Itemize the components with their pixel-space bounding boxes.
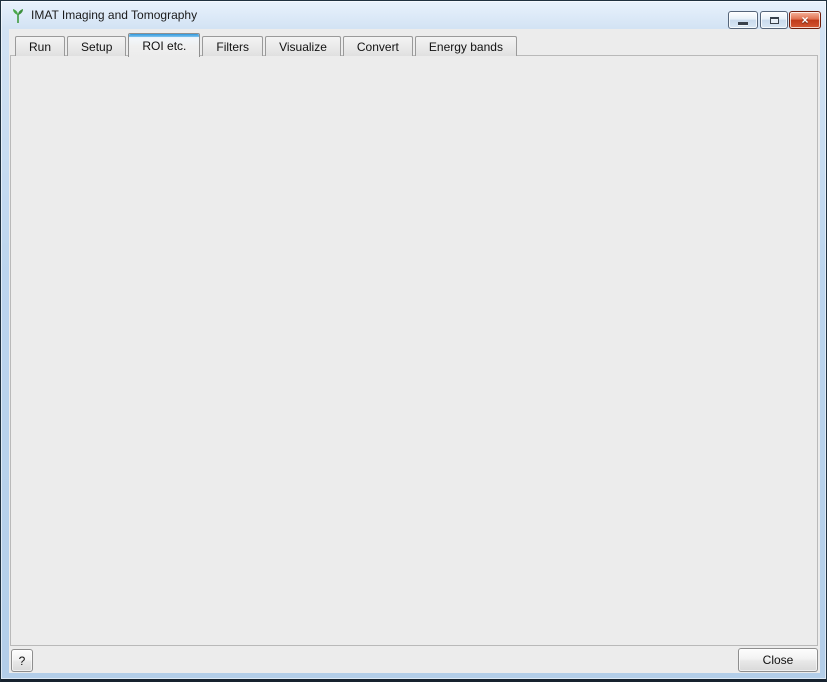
- close-button[interactable]: Close: [738, 648, 818, 672]
- minimize-icon: [738, 22, 748, 25]
- title-bar[interactable]: IMAT Imaging and Tomography ×: [1, 1, 826, 29]
- tab-energy-bands[interactable]: Energy bands: [415, 36, 517, 56]
- tab-run[interactable]: Run: [15, 36, 65, 56]
- maximize-icon: [770, 17, 779, 24]
- maximize-button[interactable]: [760, 11, 788, 29]
- tab-roi-etc[interactable]: ROI etc.: [128, 33, 200, 57]
- tab-visualize[interactable]: Visualize: [265, 36, 341, 56]
- tab-convert[interactable]: Convert: [343, 36, 413, 56]
- plant-icon: [11, 8, 25, 24]
- tab-setup[interactable]: Setup: [67, 36, 126, 56]
- window-title: IMAT Imaging and Tomography: [31, 7, 197, 24]
- minimize-button[interactable]: [728, 11, 758, 29]
- close-icon: ×: [801, 13, 808, 27]
- tab-page: [10, 55, 818, 646]
- app-window: IMAT Imaging and Tomography × Run Setup …: [0, 0, 827, 682]
- help-button[interactable]: ?: [11, 649, 33, 672]
- close-window-button[interactable]: ×: [789, 11, 821, 29]
- tab-bar: Run Setup ROI etc. Filters Visualize Con…: [15, 32, 519, 56]
- tab-filters[interactable]: Filters: [202, 36, 263, 56]
